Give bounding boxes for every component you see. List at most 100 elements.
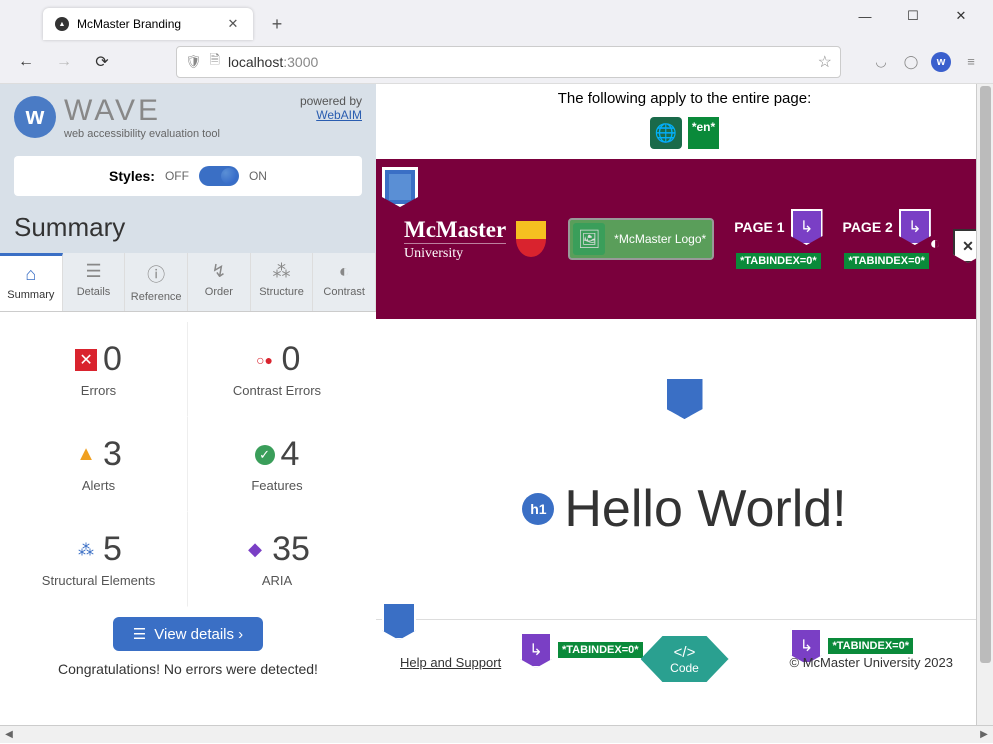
stat-contrast[interactable]: ○●0 Contrast Errors <box>188 322 366 417</box>
browser-titlebar: McMaster Branding ✕ + — ☐ ✕ <box>0 0 993 40</box>
styles-label: Styles: <box>109 168 155 184</box>
back-icon[interactable]: ← <box>12 48 40 76</box>
mcmaster-name: McMaster <box>404 217 506 243</box>
styles-on-label: ON <box>249 169 267 183</box>
mcmaster-header: McMaster University 🖼 *McMaster Logo* PA… <box>376 159 993 319</box>
url-text: localhost:3000 <box>228 54 810 70</box>
tabindex-badge[interactable]: *TABINDEX=0* <box>736 253 821 269</box>
info-icon: ⓘ <box>147 261 165 287</box>
browser-tab[interactable]: McMaster Branding ✕ <box>43 8 253 40</box>
webaim-link[interactable]: WebAIM <box>316 108 362 122</box>
copyright-text: © McMaster University 2023 <box>790 655 953 670</box>
congrats-message: Congratulations! No errors were detected… <box>10 661 366 677</box>
reload-icon[interactable]: ⟳ <box>88 48 116 76</box>
aria-badge-icon[interactable]: ↳ <box>520 632 552 668</box>
wave-logo-icon: w <box>14 96 56 138</box>
styles-toggle-bar: Styles: OFF ON <box>14 156 362 196</box>
url-bar[interactable]: 🛡 🗎 localhost:3000 ☆ <box>176 46 841 78</box>
code-icon: </> <box>674 644 696 661</box>
alert-icon: ▲ <box>75 444 97 466</box>
globe-icon[interactable]: 🌐 <box>650 117 682 149</box>
page-preview: The following apply to the entire page: … <box>376 84 993 725</box>
page-body: h1 Hello World! <box>376 319 993 619</box>
list-icon: ☰ <box>133 625 146 643</box>
window-controls: — ☐ ✕ <box>851 2 975 30</box>
summary-content: ✕0 Errors ○●0 Contrast Errors ▲3 Alerts … <box>0 312 376 725</box>
close-window-icon[interactable]: ✕ <box>947 2 975 30</box>
scroll-left-icon[interactable]: ◀ <box>0 726 18 744</box>
nav-page-2[interactable]: PAGE 2 <box>843 219 893 235</box>
tab-structure[interactable]: ⁂Structure <box>251 253 314 311</box>
stat-aria[interactable]: ◆35 ARIA <box>188 512 366 607</box>
maximize-icon[interactable]: ☐ <box>899 2 927 30</box>
tab-order[interactable]: ↯Order <box>188 253 251 311</box>
wave-logo-wrap: w WAVE web accessibility evaluation tool <box>14 94 220 140</box>
aria-badge-icon[interactable]: ↳ <box>791 209 823 245</box>
wave-tagline: web accessibility evaluation tool <box>64 128 220 140</box>
nav-page-1[interactable]: PAGE 1 <box>734 219 784 235</box>
h1-badge-icon[interactable]: h1 <box>522 493 554 525</box>
code-button[interactable]: </> Code <box>641 636 729 682</box>
lang-value-badge[interactable]: *en* <box>688 117 719 149</box>
lang-badges: 🌐 *en* <box>376 117 993 149</box>
contrast-error-icon: ○● <box>254 349 276 371</box>
mcmaster-logo[interactable]: McMaster University <box>404 217 546 262</box>
hello-heading-row: h1 Hello World! <box>406 479 963 539</box>
styles-toggle[interactable] <box>199 166 239 186</box>
mcmaster-crest-icon <box>516 221 546 257</box>
stat-alerts[interactable]: ▲3 Alerts <box>10 417 188 512</box>
shield-icon: 🛡 <box>185 54 202 70</box>
tabindex-badge[interactable]: *TABINDEX=0* <box>558 642 643 658</box>
tab-reference[interactable]: ⓘReference <box>125 253 188 311</box>
aria-icon: ◆ <box>244 539 266 561</box>
powered-by: powered by WebAIM <box>300 94 362 122</box>
tab-contrast[interactable]: ◐Contrast <box>313 253 376 311</box>
structural-badge-icon[interactable] <box>382 602 416 640</box>
stats-grid: ✕0 Errors ○●0 Contrast Errors ▲3 Alerts … <box>10 322 366 607</box>
structural-badge-icon[interactable] <box>382 167 418 207</box>
wave-header: w WAVE web accessibility evaluation tool… <box>0 84 376 150</box>
list-icon: ☰ <box>85 261 101 282</box>
vertical-scrollbar[interactable] <box>976 84 993 725</box>
error-icon: ✕ <box>75 349 97 371</box>
page-notice: The following apply to the entire page: <box>376 84 993 113</box>
mcmaster-footer: ↳ *TABINDEX=0* ↳ *TABINDEX=0* Help and S… <box>376 619 993 680</box>
tabindex-badge[interactable]: *TABINDEX=0* <box>828 638 913 654</box>
bookmark-star-icon[interactable]: ☆ <box>818 52 832 72</box>
tab-close-icon[interactable]: ✕ <box>225 16 241 32</box>
theme-controls: ◐ ✕ <box>921 229 983 263</box>
tabindex-badge[interactable]: *TABINDEX=0* <box>844 253 929 269</box>
wave-tab-bar: ⌂Summary ☰Details ⓘReference ↯Order ⁂Str… <box>0 253 376 312</box>
extension-icons: ◡ ◯ w ≡ <box>871 52 981 72</box>
image-alt-badge[interactable]: 🖼 *McMaster Logo* <box>568 218 714 260</box>
order-icon: ↯ <box>211 261 226 282</box>
new-tab-button[interactable]: + <box>265 12 289 36</box>
content-area: w WAVE web accessibility evaluation tool… <box>0 84 993 725</box>
tab-details[interactable]: ☰Details <box>63 253 126 311</box>
dark-mode-icon[interactable]: ◐ <box>921 229 949 257</box>
pocket-icon[interactable]: ◡ <box>871 52 891 72</box>
help-support-link[interactable]: Help and Support <box>400 655 501 670</box>
scroll-right-icon[interactable]: ▶ <box>975 726 993 744</box>
wave-brand-name: WAVE <box>64 94 220 128</box>
mcmaster-university: University <box>404 243 506 262</box>
summary-heading: Summary <box>0 202 376 253</box>
stat-errors[interactable]: ✕0 Errors <box>10 322 188 417</box>
page-icon: 🗎 <box>210 51 220 73</box>
tab-summary[interactable]: ⌂Summary <box>0 253 63 311</box>
minimize-icon[interactable]: — <box>851 2 879 30</box>
wave-extension-icon[interactable]: w <box>931 52 951 72</box>
forward-icon[interactable]: → <box>50 48 78 76</box>
home-icon: ⌂ <box>25 264 36 285</box>
stat-structural[interactable]: ⁂5 Structural Elements <box>10 512 188 607</box>
menu-icon[interactable]: ≡ <box>961 52 981 72</box>
browser-toolbar: ← → ⟳ 🛡 🗎 localhost:3000 ☆ ◡ ◯ w ≡ <box>0 40 993 84</box>
horizontal-scrollbar[interactable]: ◀ ▶ <box>0 725 993 743</box>
account-icon[interactable]: ◯ <box>901 52 921 72</box>
stat-features[interactable]: ✓4 Features <box>188 417 366 512</box>
nav-links: PAGE 1 ↳ *TABINDEX=0* PAGE 2 ↳ *TABINDEX… <box>734 209 931 269</box>
structural-badge-icon[interactable] <box>667 379 703 419</box>
view-details-button[interactable]: ☰View details › <box>113 617 263 651</box>
styles-off-label: OFF <box>165 169 189 183</box>
tab-favicon-icon <box>55 17 69 31</box>
